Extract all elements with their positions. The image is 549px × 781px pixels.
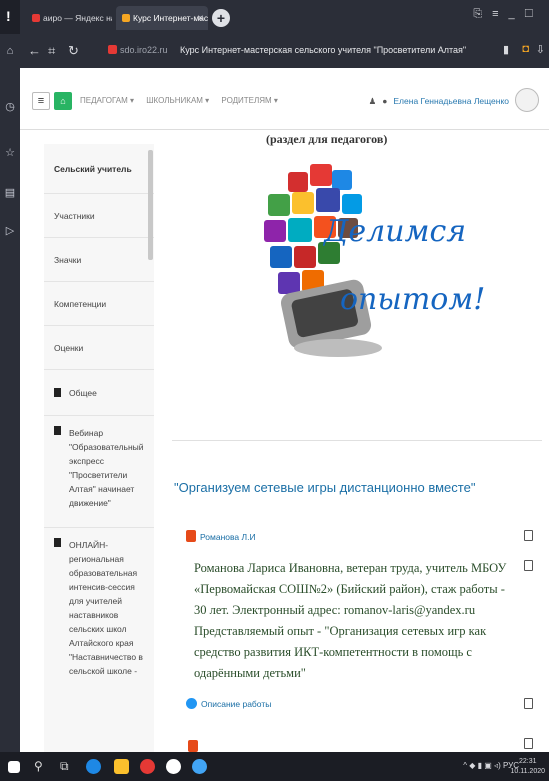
alert-icon[interactable]: ! bbox=[6, 8, 11, 24]
work-link-label: Описание работы bbox=[201, 699, 272, 709]
nav-item-label: Участники bbox=[54, 210, 95, 221]
search-icon[interactable]: ⚲ bbox=[34, 759, 49, 774]
taskbar: ⚲ ⧉ ^ ◆ ▮ ▣ ◃) РУС 22:31 10.11.2020 bbox=[0, 752, 549, 781]
notification-icon[interactable]: ♟ bbox=[369, 96, 377, 106]
notes-icon[interactable]: ▤ bbox=[3, 186, 17, 200]
page-title: Курс Интернет-мастерская сельского учите… bbox=[180, 45, 467, 55]
close-tab-icon[interactable]: ✕ bbox=[197, 6, 204, 30]
tab-course[interactable]: Курс Интернет-масте ✕ bbox=[116, 6, 208, 30]
browser-menu-area: ! bbox=[0, 0, 20, 34]
nav-item-webinar[interactable]: Вебинар "Образовательный экспресс "Просв… bbox=[44, 416, 154, 528]
author-link[interactable]: Романова Л.И bbox=[186, 530, 256, 542]
user-name[interactable]: Елена Геннадьевна Лещенко bbox=[393, 96, 509, 106]
main-content: (раздел для педагогов) Делимся опытом! "… bbox=[164, 130, 549, 752]
url-field[interactable]: sdo.iro22.ru bbox=[108, 45, 168, 55]
nav-item-participants[interactable]: Участники bbox=[44, 194, 154, 238]
clock[interactable]: 22:31 10.11.2020 bbox=[510, 757, 545, 777]
completion-checkbox[interactable] bbox=[524, 530, 533, 541]
bookmark-flag-icon[interactable]: ▮ bbox=[503, 43, 509, 56]
folder-icon bbox=[54, 426, 61, 435]
nav-item-label: Общее bbox=[69, 387, 97, 398]
tab-label: аиро — Яндекс нашлось bbox=[43, 13, 112, 23]
download-icon[interactable]: ⇩ bbox=[536, 43, 545, 56]
insecure-icon bbox=[108, 45, 117, 54]
url-text: sdo.iro22.ru bbox=[120, 45, 168, 55]
address-bar: ← ⌗ ↻ sdo.iro22.ru Курс Интернет-мастерс… bbox=[20, 34, 549, 68]
yandex-icon bbox=[32, 14, 40, 22]
explorer-icon[interactable] bbox=[114, 759, 129, 774]
tab-strip: аиро — Яндекс нашлось Курс Интернет-маст… bbox=[20, 0, 549, 34]
history-icon[interactable]: ◷ bbox=[3, 100, 17, 114]
task-view-icon[interactable]: ⧉ bbox=[60, 759, 75, 774]
windows-start-icon[interactable] bbox=[8, 761, 20, 773]
browser-app-icon[interactable] bbox=[86, 759, 101, 774]
bookmark-icon[interactable]: ⌗ bbox=[48, 43, 55, 59]
completion-checkbox[interactable] bbox=[524, 738, 533, 749]
reload-icon[interactable]: ↻ bbox=[68, 43, 79, 59]
back-icon[interactable]: ← bbox=[28, 43, 41, 58]
author-description: Романова Лариса Ивановна, ветеран труда,… bbox=[194, 561, 507, 680]
menu-parents[interactable]: РОДИТЕЛЯМ ▾ bbox=[221, 96, 278, 105]
hero-text-share: Делимся bbox=[324, 214, 467, 249]
section-title: (раздел для педагогов) bbox=[266, 132, 388, 146]
menu-students[interactable]: ШКОЛЬНИКАМ ▾ bbox=[146, 96, 209, 105]
folder-icon bbox=[54, 538, 61, 547]
divider bbox=[172, 440, 542, 441]
site-navbar: ≡ ⌂ ПЕДАГОГАМ ▾ ШКОЛЬНИКАМ ▾ РОДИТЕЛЯМ ▾… bbox=[20, 68, 549, 130]
clock-date: 10.11.2020 bbox=[510, 768, 545, 775]
nav-item-general[interactable]: Общее bbox=[44, 370, 154, 416]
main-menu: ПЕДАГОГАМ ▾ ШКОЛЬНИКАМ ▾ РОДИТЕЛЯМ ▾ bbox=[80, 96, 288, 105]
resource-icon bbox=[186, 530, 196, 542]
hero-text-experience: опытом! bbox=[340, 282, 486, 317]
topic-title: "Организуем сетевые игры дистанционно вм… bbox=[174, 480, 476, 495]
menu-teachers[interactable]: ПЕДАГОГАМ ▾ bbox=[80, 96, 134, 105]
nav-item-label: Вебинар "Образовательный экспресс "Просв… bbox=[69, 428, 144, 508]
message-icon[interactable]: ● bbox=[382, 96, 387, 106]
folder-icon bbox=[54, 388, 61, 397]
completion-checkbox[interactable] bbox=[524, 698, 533, 709]
play-icon[interactable]: ▷ bbox=[3, 224, 17, 238]
completion-checkbox[interactable] bbox=[524, 560, 533, 571]
yandex-browser-icon[interactable] bbox=[166, 759, 181, 774]
browser-sidebar: ! ⌂ ◷ ☆ ▤ ▷ bbox=[0, 0, 20, 752]
avatar[interactable] bbox=[515, 88, 539, 112]
nav-item-online-session[interactable]: ОНЛАЙН-региональная образовательная инте… bbox=[44, 528, 154, 752]
app-icon[interactable] bbox=[192, 759, 207, 774]
nav-item-grades[interactable]: Оценки bbox=[44, 326, 154, 370]
file-icon bbox=[186, 698, 197, 709]
star-icon[interactable]: ☆ bbox=[3, 146, 17, 160]
clock-time: 22:31 bbox=[518, 758, 537, 765]
resource-icon bbox=[188, 740, 198, 752]
course-navigation: Сельский учитель Участники Значки Компет… bbox=[44, 144, 154, 752]
nav-item-label: Оценки bbox=[54, 342, 84, 353]
nav-item-badges[interactable]: Значки bbox=[44, 238, 154, 282]
nav-item-label: Компетенции bbox=[54, 298, 107, 309]
home-icon[interactable]: ⌂ bbox=[54, 92, 72, 110]
opera-icon[interactable] bbox=[140, 759, 155, 774]
work-description-link[interactable]: Описание работы bbox=[186, 698, 271, 709]
extension-icon[interactable]: ◘ bbox=[522, 43, 529, 55]
tab-yandex[interactable]: аиро — Яндекс нашлось bbox=[26, 6, 112, 30]
user-menu[interactable]: ♟ ● Елена Геннадьевна Лещенко bbox=[369, 96, 509, 107]
nav-item-label: Значки bbox=[54, 254, 82, 265]
bell-icon[interactable]: ⌂ bbox=[3, 44, 17, 58]
nav-item-course[interactable]: Сельский учитель bbox=[44, 144, 154, 194]
new-tab-button[interactable]: + bbox=[212, 9, 230, 27]
site-favicon-icon bbox=[122, 14, 130, 22]
nav-item-competencies[interactable]: Компетенции bbox=[44, 282, 154, 326]
social-media-illustration bbox=[264, 164, 382, 357]
author-label: Романова Л.И bbox=[200, 532, 256, 542]
nav-scrollbar[interactable] bbox=[148, 150, 153, 260]
hamburger-icon[interactable]: ≡ bbox=[32, 92, 50, 110]
nav-item-label: ОНЛАЙН-региональная образовательная инте… bbox=[69, 540, 143, 676]
nav-item-label: Сельский учитель bbox=[54, 163, 132, 174]
window-controls[interactable]: ⎘≡_☐ bbox=[473, 8, 543, 21]
